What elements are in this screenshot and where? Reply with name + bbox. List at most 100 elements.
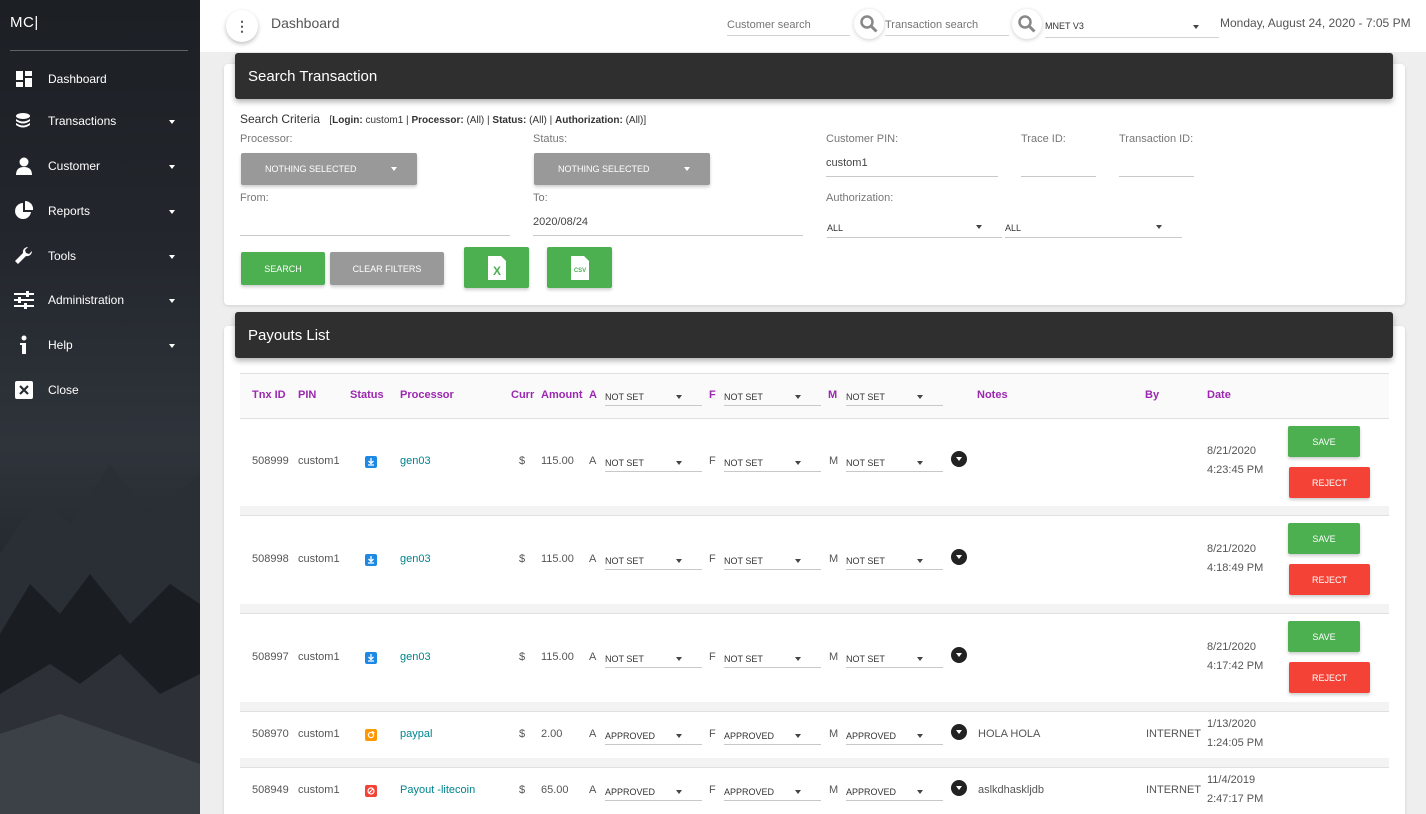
col-status[interactable]: Status xyxy=(350,389,384,401)
export-csv-button[interactable]: CSV xyxy=(547,247,612,288)
authorization-select-2[interactable]: ALL xyxy=(1005,218,1182,238)
expand-notes-icon[interactable] xyxy=(951,451,967,467)
filter-a-value: NOT SET xyxy=(605,392,644,402)
a-status-select[interactable]: NOT SET xyxy=(605,454,702,472)
customer-pin-input[interactable]: custom1 xyxy=(826,153,998,177)
f-status-value: NOT SET xyxy=(724,556,763,566)
sliders-icon xyxy=(14,290,34,310)
filter-a-select[interactable]: NOT SET xyxy=(605,388,702,406)
a-flag-label: A xyxy=(589,553,597,565)
transaction-search-input[interactable] xyxy=(885,14,1009,36)
col-curr[interactable]: Curr xyxy=(511,389,534,401)
tnx-id-cell: 508970 xyxy=(252,728,289,740)
m-status-select[interactable]: APPROVED xyxy=(846,783,943,801)
a-flag-label: A xyxy=(589,651,597,663)
col-amount[interactable]: Amount xyxy=(541,389,583,401)
col-notes[interactable]: Notes xyxy=(977,389,1008,401)
customer-search-input[interactable] xyxy=(727,14,850,36)
authorization-select-2-value: ALL xyxy=(1005,223,1022,233)
chevron-down-icon xyxy=(795,790,801,794)
processor-link[interactable]: gen03 xyxy=(400,651,431,663)
save-button[interactable]: SAVE xyxy=(1288,523,1360,554)
pin-cell: custom1 xyxy=(298,651,340,663)
a-status-select[interactable]: APPROVED xyxy=(605,783,702,801)
save-button[interactable]: SAVE xyxy=(1288,426,1360,457)
authorization-select-1[interactable]: ALL xyxy=(827,218,1002,238)
m-status-select[interactable]: NOT SET xyxy=(846,454,943,472)
a-status-select[interactable]: NOT SET xyxy=(605,650,702,668)
a-status-select[interactable]: NOT SET xyxy=(605,552,702,570)
download-icon xyxy=(365,456,377,468)
chevron-down-icon xyxy=(917,734,923,738)
export-excel-button[interactable]: X xyxy=(464,247,529,288)
search-icon[interactable] xyxy=(854,9,884,39)
nav-close[interactable]: Close xyxy=(0,370,200,410)
col-tnx-id[interactable]: Tnx ID xyxy=(252,389,286,401)
expand-notes-icon[interactable] xyxy=(951,549,967,565)
expand-notes-icon[interactable] xyxy=(951,780,967,796)
currency-cell: $ xyxy=(519,455,526,467)
search-criteria-title: Search Criteria xyxy=(240,112,321,126)
status-select[interactable]: NOTHING SELECTED xyxy=(534,153,710,185)
processor-link[interactable]: paypal xyxy=(400,728,432,740)
f-status-select[interactable]: NOT SET xyxy=(724,552,821,570)
col-date[interactable]: Date xyxy=(1207,389,1231,401)
f-status-select[interactable]: APPROVED xyxy=(724,727,821,745)
m-status-select[interactable]: NOT SET xyxy=(846,552,943,570)
col-pin[interactable]: PIN xyxy=(298,389,316,401)
by-cell: INTERNET xyxy=(1146,728,1201,740)
nav-tools[interactable]: Tools xyxy=(0,236,200,276)
nav-help[interactable]: Help xyxy=(0,325,200,365)
reject-button[interactable]: REJECT xyxy=(1289,467,1370,498)
filter-f-select[interactable]: NOT SET xyxy=(724,388,821,406)
row-divider xyxy=(240,758,1389,767)
processor-select[interactable]: NOTHING SELECTED xyxy=(241,153,417,185)
f-status-select[interactable]: NOT SET xyxy=(724,650,821,668)
reject-button[interactable]: REJECT xyxy=(1289,662,1370,693)
m-status-select[interactable]: APPROVED xyxy=(846,727,943,745)
transaction-id-input[interactable] xyxy=(1119,153,1194,177)
f-status-select[interactable]: APPROVED xyxy=(724,783,821,801)
top-bar: ⋮ Dashboard MNET V3 Monday, August 24, 2… xyxy=(200,0,1426,52)
a-status-select[interactable]: APPROVED xyxy=(605,727,702,745)
dashboard-icon xyxy=(14,69,34,89)
nav-reports[interactable]: Reports xyxy=(0,191,200,231)
status-select-value: NOTHING SELECTED xyxy=(558,164,650,174)
currency-cell: $ xyxy=(519,784,526,796)
nav-customer[interactable]: Customer xyxy=(0,146,200,186)
transaction-id-label: Transaction ID: xyxy=(1119,133,1194,145)
search-icon[interactable] xyxy=(1012,9,1042,39)
clear-filters-button[interactable]: CLEAR FILTERS xyxy=(330,252,444,285)
expand-notes-icon[interactable] xyxy=(951,647,967,663)
to-date-input[interactable]: 2020/08/24 xyxy=(533,212,803,236)
chevron-down-icon xyxy=(391,167,397,171)
from-date-input[interactable] xyxy=(240,212,510,236)
f-status-select[interactable]: NOT SET xyxy=(724,454,821,472)
save-button[interactable]: SAVE xyxy=(1288,621,1360,652)
trace-id-input[interactable] xyxy=(1021,153,1096,177)
m-status-select[interactable]: NOT SET xyxy=(846,650,943,668)
reject-button[interactable]: REJECT xyxy=(1289,564,1370,595)
expand-notes-icon[interactable] xyxy=(951,724,967,740)
site-select[interactable]: MNET V3 xyxy=(1045,16,1219,38)
nav-administration[interactable]: Administration xyxy=(0,280,200,320)
excel-file-icon: X xyxy=(487,255,506,280)
filter-m-select[interactable]: NOT SET xyxy=(846,388,943,406)
processor-link[interactable]: gen03 xyxy=(400,455,431,467)
chevron-down-icon xyxy=(917,657,923,661)
nav-transactions[interactable]: Transactions xyxy=(0,101,200,141)
processor-link[interactable]: gen03 xyxy=(400,553,431,565)
processor-link[interactable]: Payout -litecoin xyxy=(400,784,475,796)
more-vert-icon[interactable]: ⋮ xyxy=(226,10,258,42)
chevron-down-icon xyxy=(1193,25,1199,29)
chevron-down-icon xyxy=(169,344,175,348)
customer-pin-label: Customer PIN: xyxy=(826,133,899,145)
nav-dashboard[interactable]: Dashboard xyxy=(0,59,200,99)
chevron-down-icon xyxy=(917,461,923,465)
tnx-id-cell: 508999 xyxy=(252,455,289,467)
currency-cell: $ xyxy=(519,651,526,663)
search-button[interactable]: SEARCH xyxy=(241,252,325,285)
chevron-down-icon xyxy=(795,461,801,465)
col-by[interactable]: By xyxy=(1145,389,1159,401)
col-processor[interactable]: Processor xyxy=(400,389,454,401)
